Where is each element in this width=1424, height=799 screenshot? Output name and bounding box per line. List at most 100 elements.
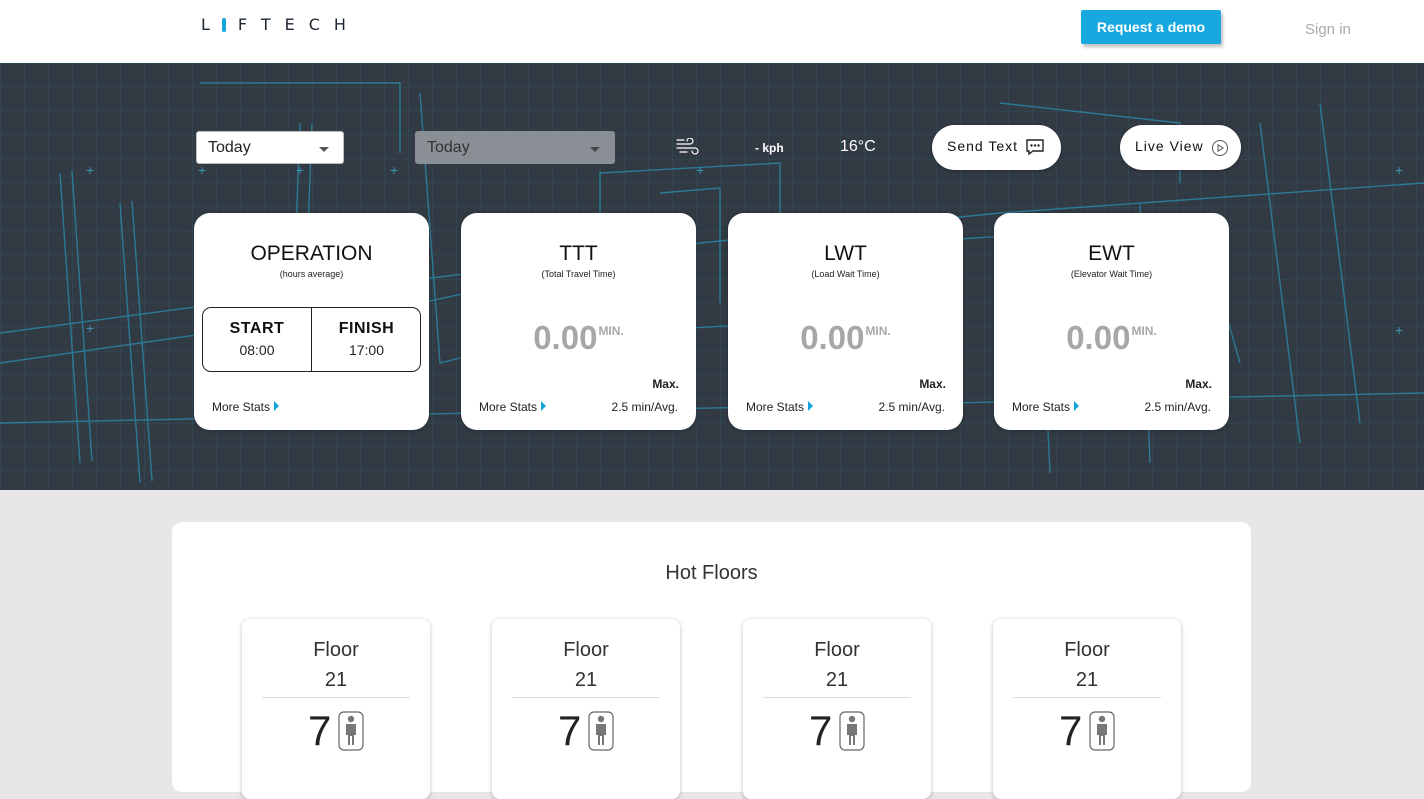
wind-speed: - kph: [755, 141, 784, 155]
metric-value: 0.00MIN.: [461, 319, 696, 357]
metric-unit: MIN.: [865, 324, 891, 338]
card-title: TTT: [559, 242, 598, 265]
people-count: 7: [809, 707, 833, 754]
live-view-label: Live View: [1135, 138, 1204, 154]
metric-unit: MIN.: [598, 324, 624, 338]
metric-number: 0.00: [800, 319, 865, 356]
divider: [763, 697, 911, 698]
max-label: Max.: [652, 377, 679, 391]
svg-text:+: +: [296, 162, 304, 178]
date-range-value: Today: [208, 139, 251, 156]
metric-unit: MIN.: [1131, 324, 1157, 338]
start-finish-box: START 08:00 FINISH 17:00: [202, 307, 421, 372]
operation-card: OPERATION (hours average) START 08:00 FI…: [194, 213, 429, 430]
more-stats-link[interactable]: More Stats: [212, 400, 280, 414]
metric-value: 0.00MIN.: [728, 319, 963, 357]
temperature: 16°C: [840, 138, 876, 155]
card-title: EWT: [1088, 242, 1135, 265]
card-subtitle: (hours average): [279, 269, 344, 279]
more-stats-link[interactable]: More Stats: [479, 400, 547, 414]
hot-floors-title: Hot Floors: [665, 562, 758, 584]
card-title: LWT: [824, 242, 867, 265]
floor-card[interactable]: Floor 21 7: [242, 619, 430, 799]
wind-icon: [676, 138, 699, 155]
send-text-label: Send Text: [947, 138, 1019, 154]
metric-number: 0.00: [533, 319, 598, 356]
floor-card[interactable]: Floor 21 7: [743, 619, 931, 799]
chevron-down-icon: [319, 147, 329, 152]
comparison-range-value: Today: [427, 139, 470, 156]
more-stats-label: More Stats: [1012, 400, 1071, 414]
avg-value: 2.5 min/Avg.: [1144, 400, 1211, 414]
max-label: Max.: [1185, 377, 1212, 391]
request-demo-button[interactable]: Request a demo: [1081, 10, 1221, 44]
more-stats-link[interactable]: More Stats: [1012, 400, 1080, 414]
caret-right-icon: [808, 401, 814, 411]
ewt-card: EWT (Elevator Wait Time) 0.00MIN. Max. 2…: [994, 213, 1229, 430]
more-stats-link[interactable]: More Stats: [746, 400, 814, 414]
liftech-logo[interactable]: L FTECH: [201, 15, 360, 34]
chevron-down-icon: [590, 147, 600, 152]
more-stats-label: More Stats: [479, 400, 538, 414]
floor-label: Floor: [563, 639, 609, 661]
comparison-range-select[interactable]: Today: [415, 131, 615, 164]
card-subtitle: (Total Travel Time): [541, 269, 616, 279]
person-icon: [1089, 711, 1115, 751]
floor-label: Floor: [1064, 639, 1110, 661]
lwt-card: LWT (Load Wait Time) 0.00MIN. Max. 2.5 m…: [728, 213, 963, 430]
send-text-button[interactable]: Send Text: [932, 125, 1061, 170]
more-stats-label: More Stats: [746, 400, 805, 414]
svg-text:+: +: [1395, 162, 1403, 178]
divider: [1013, 697, 1161, 698]
people-count: 7: [308, 707, 332, 754]
top-navbar: L FTECH Request a demo Sign in: [0, 0, 1424, 63]
avg-value: 2.5 min/Avg.: [611, 400, 678, 414]
finish-value: 17:00: [348, 342, 385, 358]
caret-right-icon: [541, 401, 547, 411]
chat-bubble-icon: [1026, 139, 1044, 156]
card-subtitle: (Elevator Wait Time): [1070, 269, 1153, 279]
ttt-card: TTT (Total Travel Time) 0.00MIN. Max. 2.…: [461, 213, 696, 430]
more-stats-label: More Stats: [212, 400, 271, 414]
hot-floors-panel: Hot Floors Floor 21 7 Floor 21 7 Floor 2…: [172, 522, 1251, 799]
floor-number: 21: [825, 669, 849, 691]
floor-label: Floor: [814, 639, 860, 661]
metric-number: 0.00: [1066, 319, 1131, 356]
metric-value: 0.00MIN.: [994, 319, 1229, 357]
svg-text:+: +: [696, 162, 704, 178]
svg-text:+: +: [1395, 322, 1403, 338]
start-value: 08:00: [239, 342, 275, 358]
svg-text:+: +: [390, 162, 398, 178]
finish-block: FINISH 17:00: [312, 308, 421, 371]
card-subtitle: (Load Wait Time): [811, 269, 880, 279]
floor-number: 21: [574, 669, 598, 691]
start-block: START 08:00: [203, 308, 312, 371]
people-count: 7: [1059, 707, 1083, 754]
divider: [512, 697, 660, 698]
max-label: Max.: [919, 377, 946, 391]
sign-in-link[interactable]: Sign in: [1305, 21, 1351, 38]
svg-text:+: +: [198, 162, 206, 178]
card-title: OPERATION: [250, 242, 373, 265]
live-view-button[interactable]: Live View: [1120, 125, 1241, 170]
floor-label: Floor: [313, 639, 359, 661]
play-circle-icon: [1212, 140, 1228, 156]
svg-text:+: +: [86, 320, 94, 336]
floor-card[interactable]: Floor 21 7: [492, 619, 680, 799]
date-range-select[interactable]: Today: [196, 131, 344, 164]
floor-number: 21: [324, 669, 348, 691]
person-icon: [588, 711, 614, 751]
caret-right-icon: [274, 401, 280, 411]
floor-number: 21: [1075, 669, 1099, 691]
caret-right-icon: [1074, 401, 1080, 411]
avg-value: 2.5 min/Avg.: [878, 400, 945, 414]
person-icon: [839, 711, 865, 751]
person-icon: [338, 711, 364, 751]
people-count: 7: [558, 707, 582, 754]
start-label: START: [229, 320, 285, 337]
divider: [262, 697, 410, 698]
svg-text:+: +: [86, 162, 94, 178]
dashboard-hero: + + + + + + + + Today Today - kph 16°C Send T…: [0, 63, 1424, 490]
finish-label: FINISH: [338, 320, 395, 337]
floor-card[interactable]: Floor 21 7: [993, 619, 1181, 799]
